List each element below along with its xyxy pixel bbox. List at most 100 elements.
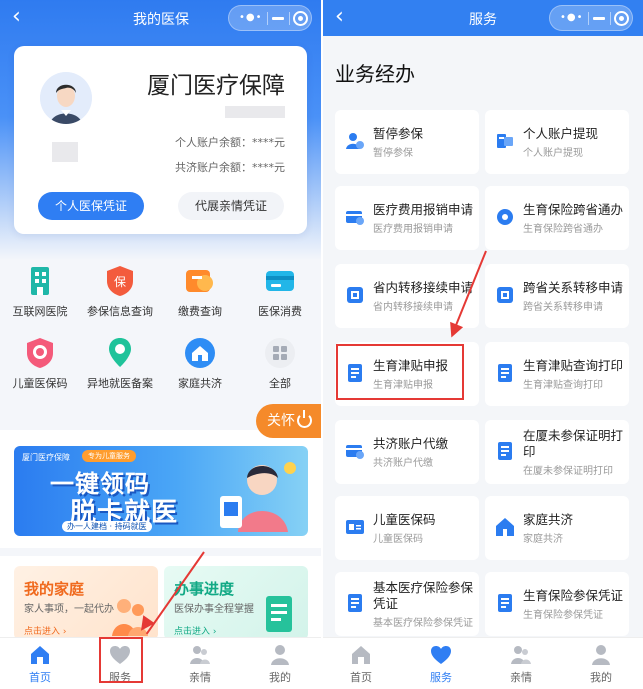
transfer-icon: [347, 287, 363, 303]
service-medical-reimburse[interactable]: 医疗费用报销申请 医疗费用报销申请: [335, 186, 479, 250]
service-title: 共济账户代缴: [373, 436, 449, 451]
more-dots-icon[interactable]: •●•: [239, 13, 263, 23]
service-subtitle: 家庭共济: [523, 534, 563, 545]
family-voucher-button[interactable]: 代展亲情凭证: [178, 192, 284, 220]
grid-label: 儿童医保码: [12, 377, 68, 390]
tab-label: 我的: [590, 671, 612, 684]
tab-mine[interactable]: 我的: [250, 644, 310, 685]
service-title: 在厦未参保证明打印: [523, 428, 624, 459]
nav-bar: ‹ 服务 •●•: [323, 0, 643, 36]
grid-label: 互联网医院: [12, 305, 68, 318]
tab-home[interactable]: 首页: [331, 644, 391, 685]
service-uninsured-certificate[interactable]: 在厦未参保证明打印 在厦未参保证明打印: [485, 420, 629, 484]
tile-subtitle: 家人事项，一起代办: [24, 604, 114, 615]
tab-bar: 首页 服务 亲情 我的: [0, 637, 322, 689]
grid-label: 参保信息查询: [87, 305, 153, 318]
grid-item-remote-filing[interactable]: 异地就医备案: [82, 336, 158, 391]
document-icon: [498, 364, 512, 382]
service-basic-insurance-voucher[interactable]: 基本医疗保险参保凭证 基本医疗保险参保凭证: [335, 572, 479, 636]
grid-item-family-mutual[interactable]: 家庭共济: [162, 336, 238, 391]
person-tab-icon: [269, 644, 291, 666]
service-title: 医疗费用报销申请: [373, 202, 474, 217]
home-icon: [183, 336, 217, 370]
document-icon: [348, 594, 362, 612]
service-subtitle: 医疗费用报销申请: [373, 224, 453, 235]
service-title: 个人账户提现: [523, 126, 599, 141]
mini-program-capsule[interactable]: •●•: [228, 5, 312, 31]
location-pin-icon: [103, 336, 137, 370]
wallet-icon: [346, 445, 364, 459]
family-tab-icon: [189, 644, 211, 666]
annotation-box-maternity-allowance: [336, 344, 464, 400]
child-code-icon: [23, 336, 57, 370]
grid-item-payment-query[interactable]: 缴费查询: [162, 264, 238, 319]
grid-item-internet-hospital[interactable]: 互联网医院: [2, 264, 78, 319]
tab-family[interactable]: 亲情: [170, 644, 230, 685]
close-target-icon[interactable]: [614, 11, 629, 26]
close-target-icon[interactable]: [293, 11, 308, 26]
service-maternity-cross-province[interactable]: 生育保险跨省通办 生育保险跨省通办: [485, 186, 629, 250]
tab-home[interactable]: 首页: [10, 644, 70, 685]
home-tab-icon: [29, 644, 51, 666]
personal-voucher-button[interactable]: 个人医保凭证: [38, 192, 144, 220]
service-personal-withdraw[interactable]: 个人账户提现 个人账户提现: [485, 110, 629, 174]
service-shared-account-payment[interactable]: 共济账户代缴 共济账户代缴: [335, 420, 479, 484]
promo-banner[interactable]: 厦门医疗保障 专为儿童服务 一键领码 脱卡就医 办一人建档 · 持码就医: [14, 446, 308, 536]
annotation-box-service-tab: [99, 637, 143, 683]
service-title: 省内转移接续申请: [373, 280, 474, 295]
home-icon: [496, 518, 514, 536]
minimize-icon[interactable]: [272, 17, 284, 20]
service-suspend-insurance[interactable]: 暂停参保 暂停参保: [335, 110, 479, 174]
my-family-tile[interactable]: 我的家庭 家人事项，一起代办 点击进入 ›: [14, 566, 158, 640]
minimize-icon[interactable]: [593, 17, 605, 20]
person-pause-icon: [346, 133, 364, 149]
service-title: 基本医疗保险参保凭证: [373, 580, 474, 611]
service-child-code[interactable]: 儿童医保码 儿童医保码: [335, 496, 479, 560]
grid-label: 全部: [269, 377, 291, 390]
service-subtitle: 生育津贴查询打印: [523, 380, 603, 391]
grid-all-icon: [263, 336, 297, 370]
grid-item-insurance-spending[interactable]: 医保消费: [242, 264, 318, 319]
service-title: 暂停参保: [373, 126, 424, 141]
tab-label: 首页: [29, 671, 51, 684]
nav-bar: ‹ 我的医保 •●•: [0, 0, 322, 36]
banner-illustration: [220, 462, 296, 532]
service-family-mutual[interactable]: 家庭共济 家庭共济: [485, 496, 629, 560]
insurance-card: 厦门医疗保障 个人账户余额：****元 共济账户余额：****元 个人医保凭证 …: [14, 46, 307, 234]
grid-item-insurance-query[interactable]: 保 参保信息查询: [82, 264, 158, 319]
grid-label: 家庭共济: [178, 377, 222, 390]
document-icon: [498, 442, 512, 460]
grid-label: 异地就医备案: [87, 377, 153, 390]
service-cross-province-transfer[interactable]: 跨省关系转移申请 跨省关系转移申请: [485, 264, 629, 328]
banner-subtext: 办一人建档 · 持码就医: [62, 521, 152, 532]
family-tab-icon: [510, 644, 532, 666]
tile-link[interactable]: 点击进入 ›: [174, 624, 216, 637]
heart-service-icon: [430, 644, 452, 666]
withdraw-icon: [497, 134, 513, 148]
shared-balance: 共济账户余额：****元: [175, 161, 285, 174]
tab-mine[interactable]: 我的: [571, 644, 631, 685]
grid-label: 缴费查询: [178, 305, 222, 318]
tab-label: 首页: [350, 671, 372, 684]
gear-icon: [497, 209, 513, 225]
service-maternity-insurance-voucher[interactable]: 生育保险参保凭证 生育保险参保凭证: [485, 572, 629, 636]
service-screen: ‹ 服务 •●• 业务经办 暂停参保 暂停参保 个人账户提现 个人账户提现 医疗…: [323, 0, 643, 689]
banner-chip: 专为儿童服务: [82, 450, 136, 462]
reimburse-icon: [346, 211, 364, 225]
grid-item-all[interactable]: 全部: [242, 336, 318, 391]
more-dots-icon[interactable]: •●•: [560, 13, 584, 23]
grid-item-child-code[interactable]: 儿童医保码: [2, 336, 78, 391]
screenshot-stage: ‹ 我的医保 •●• 厦门医疗保障 个人账户余额：****元 共济账户余额：**…: [0, 0, 643, 689]
tile-link[interactable]: 点击进入 ›: [24, 624, 66, 637]
tab-label: 亲情: [510, 671, 532, 684]
care-mode-button[interactable]: 关怀: [256, 404, 322, 438]
section-heading: 业务经办: [335, 62, 415, 86]
tab-family[interactable]: 亲情: [491, 644, 551, 685]
service-maternity-allowance-print[interactable]: 生育津贴查询打印 生育津贴查询打印: [485, 342, 629, 406]
service-subtitle: 基本医疗保险参保凭证: [373, 618, 473, 629]
mini-program-capsule[interactable]: •●•: [549, 5, 633, 31]
service-subtitle: 生育保险跨省通办: [523, 224, 603, 235]
tab-service[interactable]: 服务: [411, 644, 471, 685]
service-title: 家庭共济: [523, 512, 574, 527]
id-card-icon: [346, 520, 364, 534]
